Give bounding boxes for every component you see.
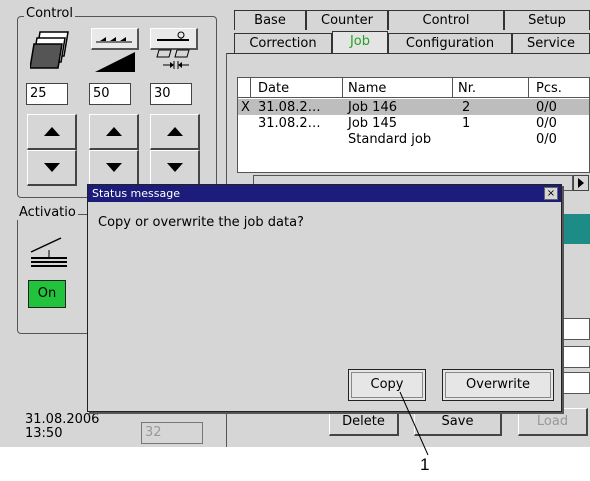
callout-number: 1 — [420, 455, 430, 474]
callout-leader-line — [399, 391, 429, 456]
